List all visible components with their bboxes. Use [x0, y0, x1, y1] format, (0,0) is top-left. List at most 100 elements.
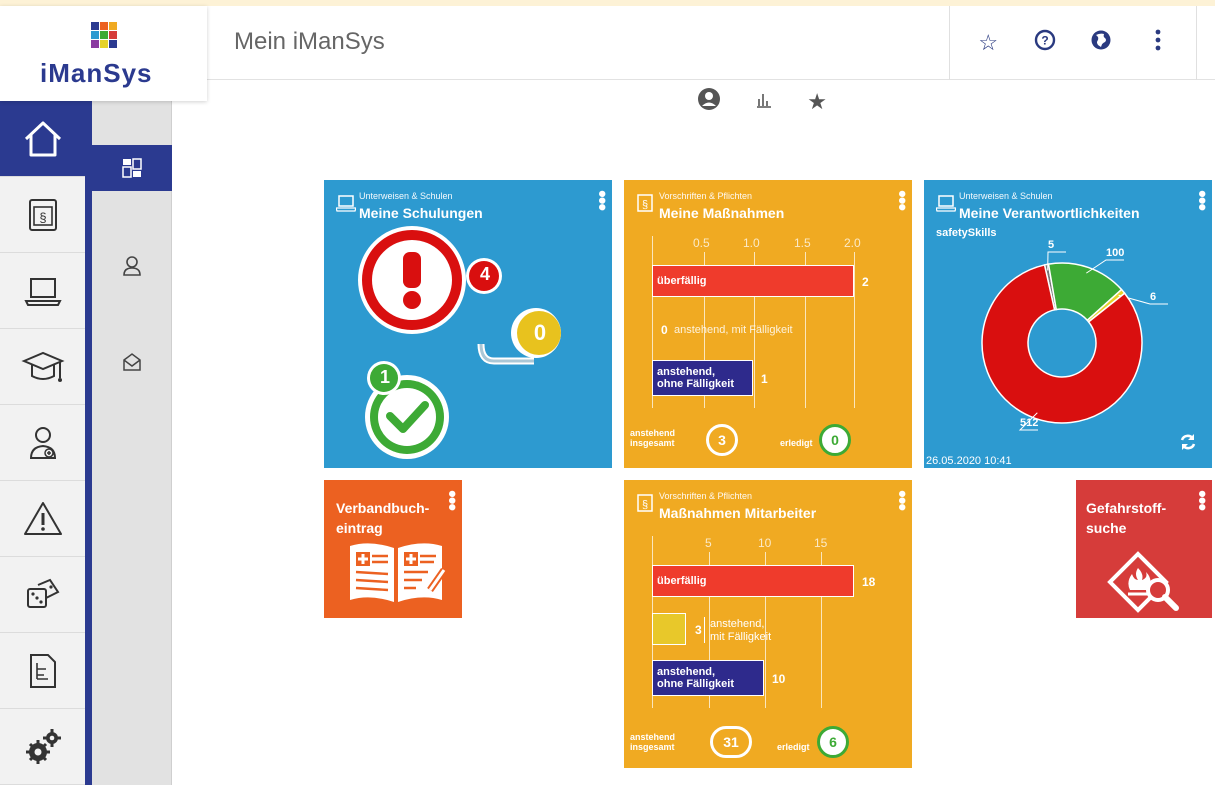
- law-book-icon: §: [637, 194, 653, 212]
- done-label: erledigt: [780, 438, 813, 448]
- user-circle-icon[interactable]: [697, 87, 721, 117]
- chart-tick-label: 10: [758, 536, 772, 550]
- bar-label: anstehend,: [657, 366, 716, 378]
- law-book-icon: §: [637, 494, 653, 512]
- sidebar: §: [0, 101, 85, 785]
- tile-kicker: Vorschriften & Pflichten: [659, 191, 753, 201]
- sidebar-item-documents[interactable]: [0, 633, 85, 709]
- bar-label: anstehend, mit Fälligkeit: [674, 324, 793, 336]
- hazard-search-icon: [1107, 551, 1179, 613]
- sidebar-item-warning[interactable]: [0, 481, 85, 557]
- donut-data-label: 100: [1106, 247, 1124, 259]
- sidebar-accent-strip: [85, 101, 92, 785]
- more-vertical-icon[interactable]: •••: [890, 190, 912, 210]
- tile-title: Maßnahmen Mitarbeiter: [659, 505, 817, 521]
- sidebar-item-first-aid[interactable]: [0, 405, 85, 481]
- bar-value: 2: [862, 275, 869, 289]
- chart-tick-label: 2.0: [844, 236, 861, 250]
- bar-value: 10: [772, 672, 786, 686]
- bar-label: überfällig: [657, 575, 707, 587]
- total-label: anstehend insgesamt: [630, 428, 676, 448]
- more-vertical-icon[interactable]: •••: [440, 490, 462, 510]
- svg-text:?: ?: [1041, 34, 1048, 48]
- star-add-icon[interactable]: ☆: [973, 30, 1003, 56]
- tile-massnahmen-mitarbeiter[interactable]: § Vorschriften & Pflichten Maßnahmen Mit…: [624, 480, 912, 768]
- globe-icon[interactable]: [1086, 29, 1116, 57]
- tile-gefahrstoffsuche[interactable]: Gefahrstoff-suche •••: [1076, 480, 1212, 618]
- svg-text:§: §: [642, 199, 648, 211]
- first-aid-book-icon: [350, 543, 446, 602]
- bar-label: ohne Fälligkeit: [657, 678, 735, 690]
- tile-title: Verbandbuch-eintrag: [336, 500, 430, 536]
- sidebar-item-risk[interactable]: [0, 557, 85, 633]
- svg-text:§: §: [642, 499, 648, 511]
- chart-tick-label: 1.0: [743, 236, 760, 250]
- bar-value: 18: [862, 575, 876, 589]
- sidebar-item-home[interactable]: [0, 101, 85, 177]
- done-count-pill[interactable]: 6: [817, 726, 849, 758]
- tile-meine-schulungen[interactable]: Unterweisen & Schulen Meine Schulungen •…: [324, 180, 612, 468]
- chart-tick-label: 1.5: [794, 236, 811, 250]
- user-icon: [123, 256, 141, 276]
- chart-gridline: [854, 252, 855, 408]
- refresh-icon[interactable]: [1178, 432, 1198, 452]
- sidebar-item-training[interactable]: [0, 253, 85, 329]
- law-book-icon: §: [28, 198, 57, 231]
- subnav-item-dashboard[interactable]: [92, 145, 172, 191]
- dice-icon: [26, 578, 59, 608]
- more-vertical-icon[interactable]: [1143, 28, 1173, 58]
- logo[interactable]: iManSys: [0, 6, 207, 101]
- logo-grid-icon: [91, 22, 117, 48]
- header: Mein iManSys ☆ ?: [207, 6, 1215, 80]
- tile-verbandbuch[interactable]: Verbandbuch-eintrag •••: [324, 480, 462, 618]
- bar-chart-icon[interactable]: [755, 89, 773, 115]
- done-label: erledigt: [777, 742, 810, 752]
- graduation-cap-icon: [20, 351, 65, 382]
- bar-pending-no-due[interactable]: anstehend, ohne Fälligkeit: [652, 360, 753, 396]
- tile-meine-verantwortlichkeiten[interactable]: Unterweisen & Schulen Meine Verantwortli…: [924, 180, 1212, 468]
- sidebar-item-education[interactable]: [0, 329, 85, 405]
- bar-value: 0: [661, 323, 668, 337]
- first-aid-person-icon: [29, 426, 56, 459]
- total-count-pill[interactable]: 31: [710, 726, 752, 758]
- responsibilities-donut-chart: 5 100 6 512: [981, 239, 1168, 431]
- help-icon[interactable]: ?: [1030, 29, 1060, 57]
- bar-value: 3: [695, 623, 702, 637]
- header-toolbar: ☆ ?: [949, 6, 1197, 80]
- warning-icon: [23, 501, 62, 535]
- subnav-item-profile[interactable]: [92, 243, 172, 289]
- bar-label: überfällig: [657, 275, 707, 287]
- chart-tick-label: 5: [705, 536, 712, 550]
- sidebar-item-settings[interactable]: [0, 709, 85, 785]
- chart-tick-label: 0.5: [693, 236, 710, 250]
- svg-text:§: §: [39, 210, 46, 225]
- training-status-graphic: [358, 226, 561, 459]
- more-vertical-icon[interactable]: •••: [890, 490, 912, 510]
- donut-data-label: 512: [1020, 417, 1038, 429]
- gears-icon: [25, 728, 61, 764]
- bar-overdue[interactable]: überfällig: [652, 265, 854, 297]
- bar-pending-due[interactable]: [652, 613, 686, 645]
- sidebar-item-regulations[interactable]: §: [0, 177, 85, 253]
- star-icon[interactable]: ★: [807, 89, 827, 115]
- home-icon: [24, 121, 61, 156]
- total-count-pill[interactable]: 3: [706, 424, 738, 456]
- label-separator: [704, 617, 705, 643]
- document-tree-icon: [29, 653, 56, 688]
- chart-tick-label: 15: [814, 536, 828, 550]
- view-toggle: ★: [697, 88, 827, 116]
- dashboard-icon: [122, 158, 142, 178]
- donut-data-label: 6: [1150, 291, 1156, 303]
- subnav-item-messages[interactable]: [92, 339, 172, 385]
- done-count-pill[interactable]: 0: [819, 424, 851, 456]
- laptop-icon: [23, 277, 62, 306]
- bar-pending-no-due[interactable]: anstehend, ohne Fälligkeit: [652, 660, 764, 696]
- more-vertical-icon[interactable]: •••: [1190, 490, 1212, 510]
- donut-data-label: 5: [1048, 239, 1054, 251]
- bar-label: anstehend,: [657, 666, 716, 678]
- chart-timestamp: 26.05.2020 10:41: [926, 455, 1012, 467]
- tile-kicker: Vorschriften & Pflichten: [659, 491, 753, 501]
- tile-meine-massnahmen[interactable]: § Vorschriften & Pflichten Meine Maßnahm…: [624, 180, 912, 468]
- bar-overdue[interactable]: überfällig: [652, 565, 854, 597]
- bar-label: ohne Fälligkeit: [657, 378, 735, 390]
